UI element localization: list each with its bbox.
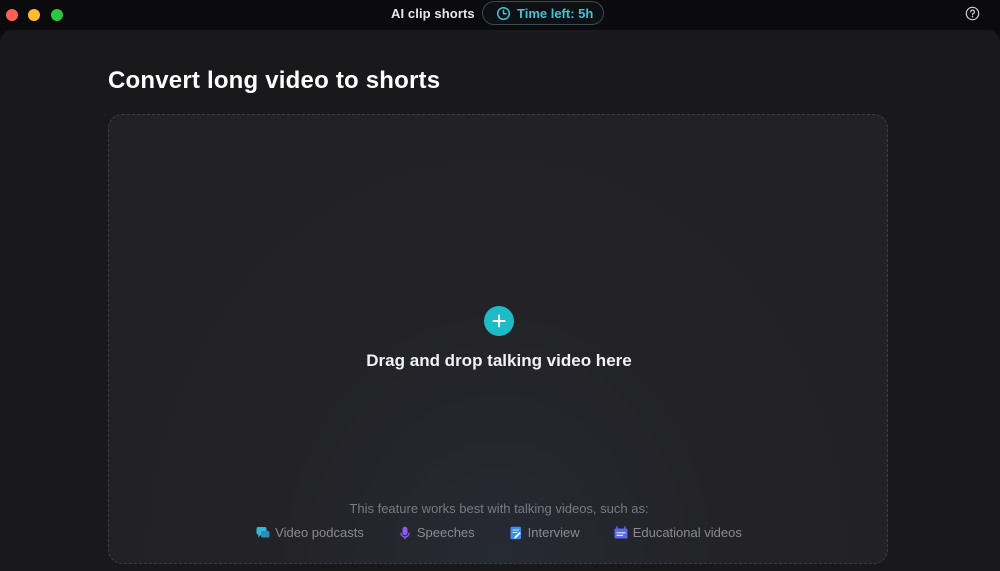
maximize-window-button[interactable] <box>51 9 63 21</box>
document-edit-icon <box>510 526 521 539</box>
app-title: AI clip shorts <box>391 6 475 21</box>
plus-icon <box>492 314 506 328</box>
minimize-window-button[interactable] <box>28 9 40 21</box>
page-title: Convert long video to shorts <box>108 67 441 94</box>
example-educational-videos: Educational videos <box>614 525 742 540</box>
video-dropzone[interactable]: Drag and drop talking video here This fe… <box>108 114 888 564</box>
example-video-podcasts: Video podcasts <box>256 525 364 540</box>
example-speeches: Speeches <box>398 525 475 540</box>
microphone-icon <box>399 526 410 539</box>
example-label: Educational videos <box>632 525 742 540</box>
close-window-button[interactable] <box>6 9 18 21</box>
time-left-label: Time left: 5h <box>517 5 594 21</box>
board-icon <box>614 525 628 538</box>
app-window: AI clip shorts Time left: 5h Convert lon… <box>0 0 1000 571</box>
add-video-button[interactable] <box>484 306 514 336</box>
time-left-badge[interactable]: Time left: 5h <box>482 1 604 25</box>
dropzone-prompt: Drag and drop talking video here <box>366 351 632 370</box>
dropzone-hint: This feature works best with talking vid… <box>349 501 649 516</box>
help-icon[interactable] <box>965 6 980 21</box>
clock-icon <box>496 6 511 20</box>
example-label: Video podcasts <box>275 525 364 540</box>
main-panel: Convert long video to shorts Drag and dr… <box>0 30 1000 571</box>
chat-bubble-icon <box>256 526 270 537</box>
example-label: Speeches <box>416 525 475 540</box>
example-label: Interview <box>527 525 580 540</box>
title-bar: AI clip shorts Time left: 5h <box>0 0 1000 30</box>
example-list: Video podcasts Speeches Interview Educat… <box>109 525 889 540</box>
example-interview: Interview <box>509 525 580 540</box>
